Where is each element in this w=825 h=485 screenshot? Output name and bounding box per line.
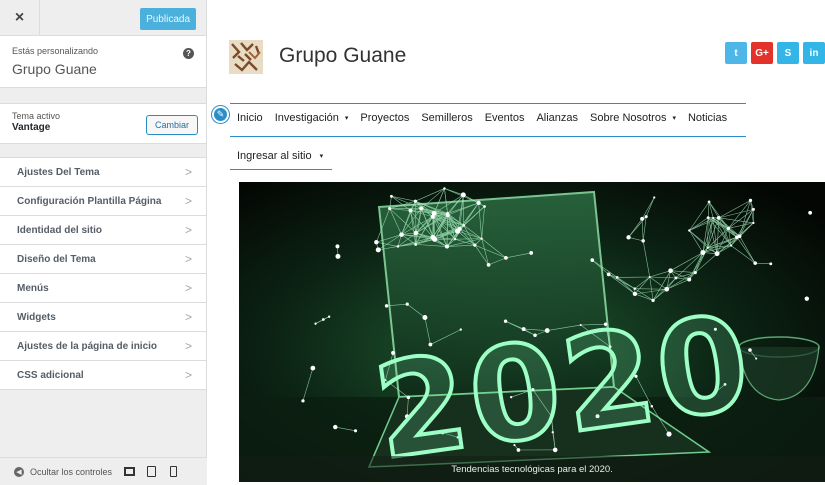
divider [0,88,206,104]
extra-social-icon[interactable]: in [803,42,825,64]
divider [0,144,206,158]
customizer-item-theme-settings[interactable]: Ajustes Del Tema > [0,158,206,187]
customizing-info: Estás personalizando Grupo Guane ? [0,36,206,88]
hero-slide[interactable]: 2020 Tendencias tecnológicas para el 202… [239,182,825,482]
pencil-icon[interactable]: ✎ [212,106,229,123]
nav-item-inicio[interactable]: Inicio [237,112,263,124]
desktop-preview-icon[interactable] [124,467,136,476]
active-theme-panel: Tema activo Vantage Cambiar [0,104,206,144]
nav-item-label: Noticias [687,112,728,124]
customizer-item-menus[interactable]: Menús > [0,274,206,303]
nav-item-label: Inicio [237,112,263,124]
customizing-site-name: Grupo Guane [12,61,97,77]
twitter-icon[interactable]: t [725,42,747,64]
site-preview: Grupo Guane t G+ Sin ✎ Inicio Investigación… [207,0,825,485]
nav-item-alianzas[interactable]: Alianzas [536,112,578,124]
customizer-item-additional-css[interactable]: CSS adicional > [0,361,206,390]
customizing-label: Estás personalizando [12,46,99,56]
customizer-sidebar: × Publicada Estás personalizando Grupo G… [0,0,207,485]
chevron-right-icon: > [184,165,192,179]
tablet-preview-icon[interactable] [147,466,157,477]
close-icon[interactable]: × [0,0,40,36]
nav-item-sobre-nosotros[interactable]: Sobre Nosotros ▾ [590,112,676,124]
nav-item-label: Ingresar al sitio [237,150,312,162]
customizer-item-label: CSS adicional [17,369,84,381]
customizer-item-label: Widgets [17,311,56,323]
customizer-menu: Ajustes Del Tema > Configuración Plantill… [0,158,206,390]
nav-item-proyectos[interactable]: Proyectos [360,112,409,124]
nav-item-eventos[interactable]: Eventos [485,112,525,124]
nav-item-label: Investigación [274,112,339,124]
google-plus-icon[interactable]: G+ [751,42,773,64]
chevron-right-icon: > [184,194,192,208]
chevron-right-icon: > [184,339,192,353]
chevron-right-icon: > [184,368,192,382]
hide-controls-button[interactable]: Ocultar los controles [30,467,112,477]
customizer-header: × Publicada [0,0,206,36]
chevron-right-icon: > [184,281,192,295]
hero-image: 2020 [239,182,825,482]
chevron-down-icon: ▾ [344,115,349,122]
help-icon[interactable]: ? [183,48,194,59]
customizer-item-label: Menús [17,282,49,294]
customizer-item-widgets[interactable]: Widgets > [0,303,206,332]
site-logo[interactable] [229,40,263,74]
nav-item-noticias[interactable]: Noticias [688,112,727,124]
customizer-item-label: Ajustes Del Tema [17,166,100,178]
customizer-footer: ◀ Ocultar los controles [0,457,207,485]
nav-item-label: Proyectos [360,112,410,124]
nav2-bottom-border [230,169,332,170]
site-title[interactable]: Grupo Guane [279,44,406,68]
hero-caption: Tendencias tecnológicas para el 2020. [239,456,825,482]
collapse-icon[interactable]: ◀ [14,466,24,477]
nav-top-border [230,103,746,104]
nav-item-label: Alianzas [536,112,579,124]
chevron-right-icon: > [184,310,192,324]
change-theme-button[interactable]: Cambiar [145,115,198,135]
customizer-item-site-identity[interactable]: Identidad del sitio > [0,216,206,245]
customizer-item-page-template[interactable]: Configuración Plantilla Página > [0,187,206,216]
nav-item-label: Semilleros [421,112,473,124]
customizer-item-theme-design[interactable]: Diseño del Tema > [0,245,206,274]
mobile-preview-icon[interactable] [170,466,178,477]
customizer-item-homepage-settings[interactable]: Ajustes de la página de inicio > [0,332,206,361]
nav-bottom-border [230,136,746,137]
chevron-right-icon: > [184,252,192,266]
nav-item-label: Eventos [484,112,525,124]
nav-item-label: Sobre Nosotros [590,112,667,124]
nav-item-login[interactable]: Ingresar al sitio ▾ [237,150,323,162]
chevron-right-icon: > [184,223,192,237]
customizer-item-label: Ajustes de la página de inicio [17,340,158,352]
customizer-item-label: Identidad del sitio [17,224,103,236]
publish-button[interactable]: Publicada [140,8,196,30]
nav-item-semilleros[interactable]: Semilleros [421,112,472,124]
chevron-down-icon: ▾ [319,153,324,160]
skype-icon[interactable]: S [777,42,799,64]
chevron-down-icon: ▾ [672,115,676,122]
customizer-item-label: Configuración Plantilla Página [17,195,162,207]
social-links: t G+ Sin [721,42,825,64]
nav-item-investigaci-n[interactable]: Investigación ▾ [275,112,349,124]
main-navigation: Inicio Investigación ▾ Proyectos Semilleros E… [237,112,739,124]
customizer-item-label: Diseño del Tema [17,253,96,265]
